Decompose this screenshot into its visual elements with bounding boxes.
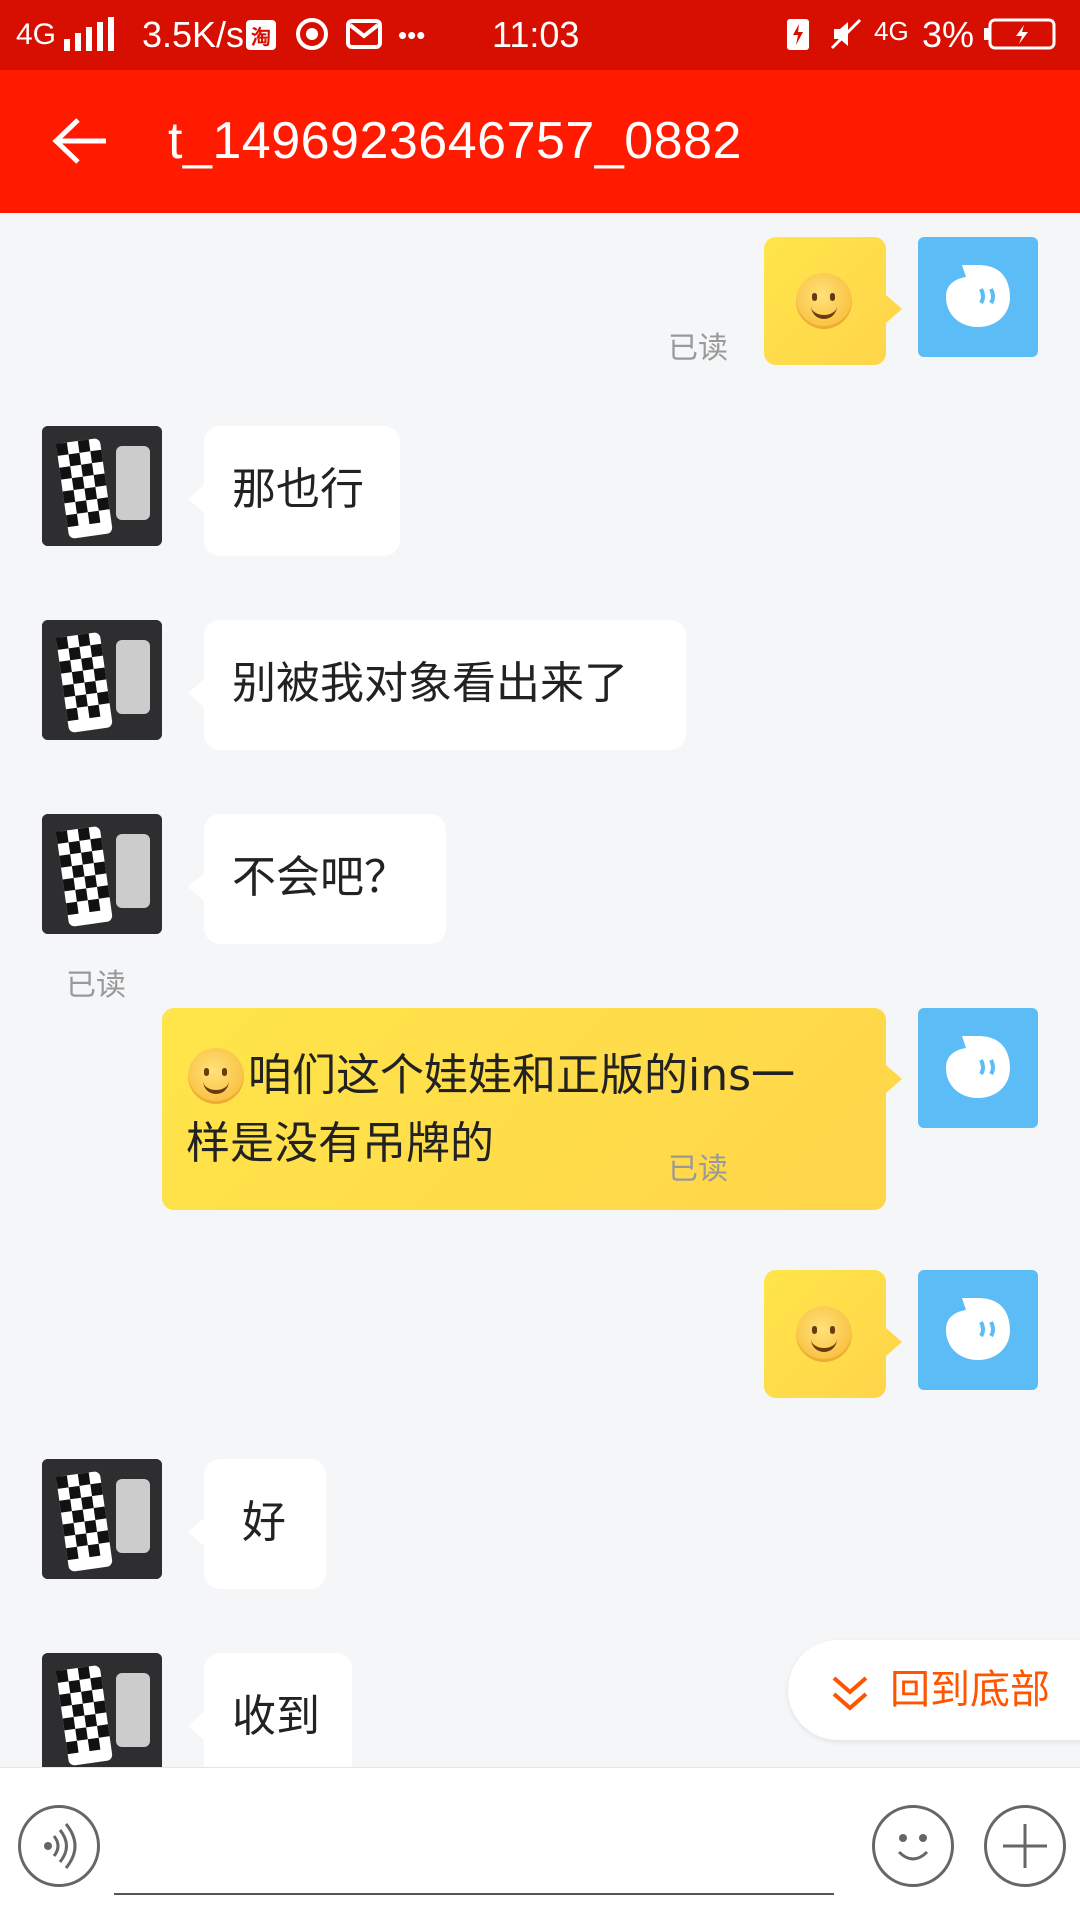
title-bar: t_1496923646757_0882	[0, 70, 1080, 213]
bubble-tail	[188, 485, 204, 513]
message-text: 那也行	[232, 464, 364, 515]
battery-icon	[984, 16, 1058, 52]
network-label-2: 4G	[874, 16, 909, 46]
message-bubble[interactable]: 好	[204, 1459, 326, 1589]
clock: 11:03	[492, 14, 580, 55]
my-avatar[interactable]	[918, 237, 1038, 357]
more-dots: •••	[398, 20, 426, 50]
message-bubble[interactable]: 收到	[204, 1653, 352, 1767]
message-text: 收到	[232, 1691, 320, 1742]
input-bar	[0, 1767, 1080, 1921]
battery-percent: 3%	[922, 14, 975, 55]
taobao-icon: 淘	[246, 20, 276, 50]
bubble-tail	[886, 1328, 902, 1356]
bubble-tail	[188, 679, 204, 707]
bubble-tail	[886, 1065, 902, 1093]
smile-emoji-icon	[188, 1048, 244, 1104]
my-avatar[interactable]	[918, 1270, 1038, 1390]
contact-avatar[interactable]	[42, 814, 162, 934]
read-status: 已读	[668, 1152, 728, 1187]
notification-icon	[294, 16, 330, 52]
chat-messages[interactable]: 已读 那也行 别被我对象看出来了 不会吧？ 已读 咱们这个娃娃和正版的ins一 …	[0, 213, 1080, 1767]
message-bubble[interactable]: 咱们这个娃娃和正版的ins一 样是没有吊牌的	[162, 1008, 886, 1210]
message-bubble[interactable]: 那也行	[204, 426, 400, 556]
chevron-down-double-icon	[832, 1676, 868, 1711]
emoji-icon[interactable]	[872, 1805, 954, 1887]
message-input[interactable]	[114, 1893, 834, 1895]
message-text-line1: 咱们这个娃娃和正版的ins一	[248, 1050, 796, 1101]
read-status: 已读	[66, 968, 126, 1003]
return-to-bottom-button[interactable]: 回到底部	[788, 1640, 1080, 1740]
bubble-tail	[188, 1712, 204, 1740]
contact-avatar[interactable]	[42, 426, 162, 546]
network-speed: 3.5K/s	[142, 14, 245, 55]
battery-saver-icon	[784, 16, 812, 52]
message-bubble[interactable]: 别被我对象看出来了	[204, 620, 686, 750]
bubble-tail	[188, 1518, 204, 1546]
bubble-tail	[188, 873, 204, 901]
message-bubble[interactable]	[764, 1270, 886, 1398]
bubble-tail	[886, 295, 902, 323]
message-text: 不会吧？	[232, 852, 408, 903]
contact-avatar[interactable]	[42, 1653, 162, 1767]
message-bubble[interactable]	[764, 237, 886, 365]
my-avatar[interactable]	[918, 1008, 1038, 1128]
message-bubble[interactable]: 不会吧？	[204, 814, 446, 944]
message-text: 别被我对象看出来了	[232, 658, 628, 709]
smile-emoji-icon	[796, 1306, 852, 1362]
status-bar: 4G 3.5K/s 淘 ••• 11:03 4G 3%	[0, 0, 1080, 70]
back-arrow-icon[interactable]	[52, 116, 112, 166]
page-title: t_1496923646757_0882	[168, 112, 742, 170]
mute-icon	[828, 16, 864, 52]
contact-avatar[interactable]	[42, 1459, 162, 1579]
plus-icon[interactable]	[984, 1805, 1066, 1887]
mail-icon	[346, 16, 382, 52]
contact-avatar[interactable]	[42, 620, 162, 740]
signal-icon	[62, 16, 118, 52]
return-to-bottom-label: 回到底部	[890, 1667, 1050, 1713]
message-text-line2: 样是没有吊牌的	[186, 1118, 494, 1169]
message-text: 好	[242, 1497, 286, 1548]
voice-icon[interactable]	[18, 1805, 100, 1887]
smile-emoji-icon	[796, 273, 852, 329]
read-status: 已读	[668, 331, 728, 366]
network-label: 4G	[16, 18, 57, 51]
